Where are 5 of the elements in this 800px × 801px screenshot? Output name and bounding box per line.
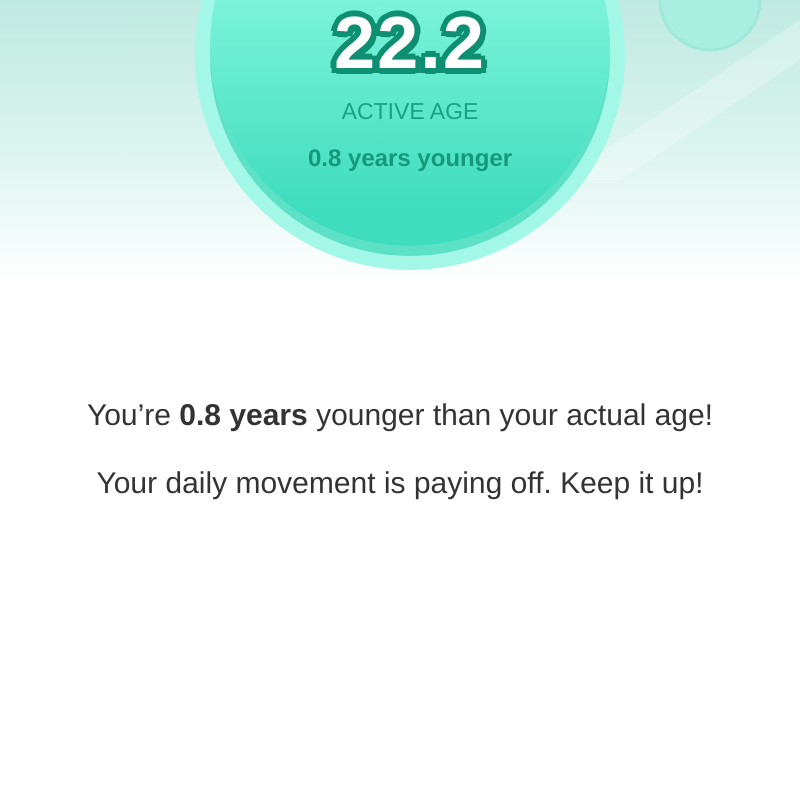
active-age-label: ACTIVE AGE (342, 98, 478, 125)
encouragement-message: Your daily movement is paying off. Keep it up! (95, 466, 705, 502)
age-difference: 0.8 years younger (308, 145, 512, 173)
active-age-value: 22.2 (334, 6, 486, 80)
headline-message: You’re 0.8 years younger than your actual age! (86, 398, 714, 434)
